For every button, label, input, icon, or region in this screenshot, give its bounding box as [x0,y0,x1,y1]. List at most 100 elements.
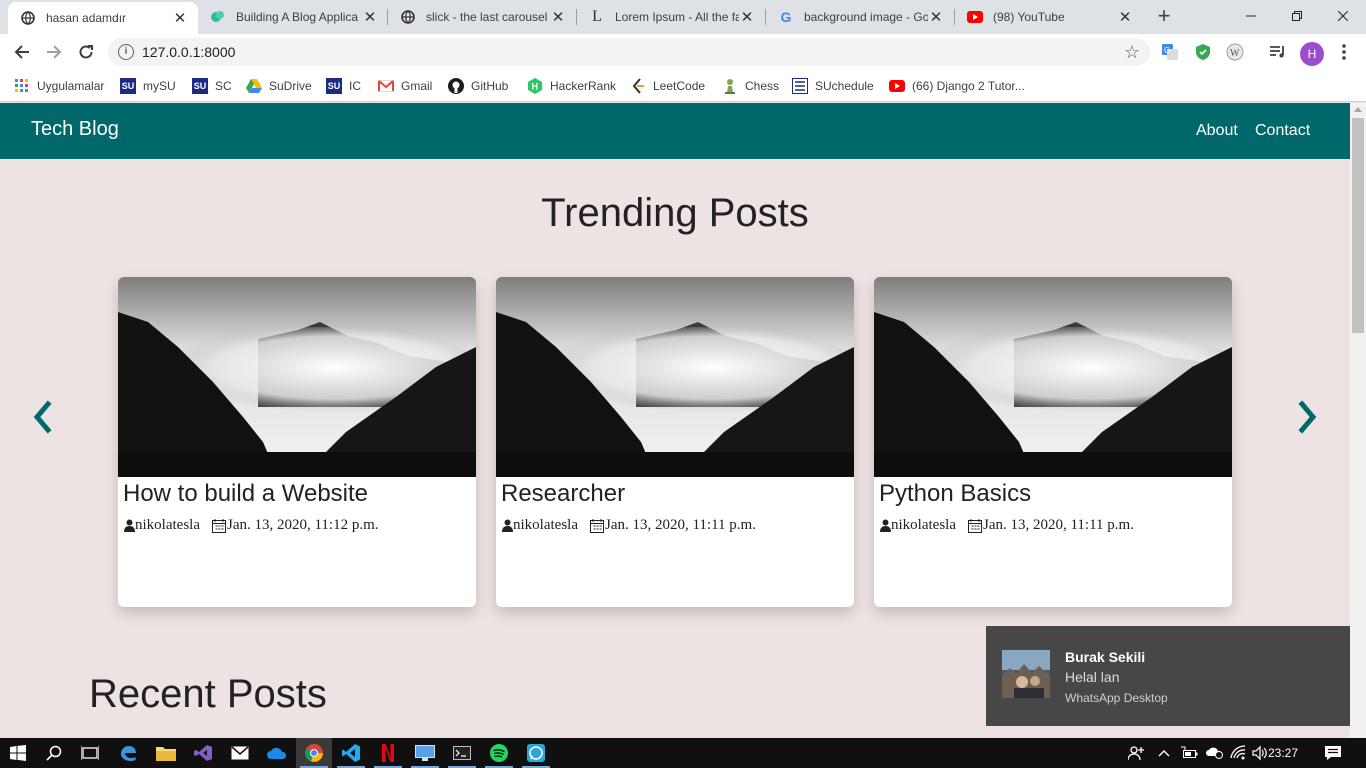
bookmark-github[interactable]: GitHub [448,76,508,96]
scroll-up-arrow-icon[interactable] [1354,107,1362,112]
google-icon: G [780,9,792,25]
post-meta: nikolatesla Jan. 13, 2020, 11:11 p.m. [879,517,1134,534]
close-tab-icon[interactable]: ✕ [739,8,755,26]
carousel-prev-arrow-icon[interactable] [30,400,54,434]
close-tab-icon[interactable]: ✕ [172,9,188,27]
browser-toolbar: i 127.0.0.1:8000 ☆ G W [0,34,1366,70]
close-tab-icon[interactable]: ✕ [928,8,944,26]
notification-message: Helal lan [1065,669,1120,685]
bookmark-sc[interactable]: SU SC [192,76,232,96]
battery-icon[interactable] [1181,745,1199,764]
bookmark-hackerrank[interactable]: H HackerRank [527,76,616,96]
notification-sender: Burak Sekili [1065,649,1146,665]
task-view-icon[interactable] [72,738,108,768]
user-icon [501,519,513,533]
bookmark-label: HackerRank [550,79,617,93]
terminal-icon[interactable] [444,738,480,768]
tab-youtube[interactable]: (98) YouTube ✕ [955,0,1143,34]
minimize-button[interactable] [1228,0,1274,32]
bookmark-mysu[interactable]: SU mySU [120,76,176,96]
remote-desktop-icon[interactable] [407,738,443,768]
bookmark-chess[interactable]: Chess [722,76,779,96]
post-thumbnail-image[interactable] [496,277,854,477]
tab-hasan-adamdir[interactable]: hasan adamdır ✕ [8,2,198,34]
bookmark-uygulamalar[interactable]: Uygulamalar [14,76,104,96]
visual-studio-icon[interactable] [185,738,221,768]
post-title[interactable]: Python Basics [879,480,1031,508]
volume-icon[interactable] [1252,745,1268,764]
chrome-menu-icon[interactable] [1334,42,1354,62]
start-windows-icon[interactable] [0,738,36,768]
bookmark-ic[interactable]: SU IC [326,76,361,96]
media-controls-icon[interactable] [1268,42,1288,62]
post-meta: nikolatesla Jan. 13, 2020, 11:12 p.m. [123,517,379,534]
windows-taskbar: 23:27 [0,738,1366,768]
bookmark-label: Chess [745,79,780,93]
whatsapp-notification-toast[interactable]: Burak Sekili Helal lan WhatsApp Desktop [986,626,1350,726]
site-info-icon[interactable]: i [118,44,134,60]
tab-lorem-ipsum[interactable]: L Lorem Ipsum - All the fa ✕ [577,0,765,34]
post-thumbnail-image[interactable] [118,277,476,477]
bookmark-leetcode[interactable]: LeetCode [630,76,705,96]
nav-about-link[interactable]: About [1196,122,1238,140]
people-icon[interactable] [1127,745,1144,764]
post-author: nikolatesla [135,517,200,533]
file-explorer-icon[interactable] [148,738,184,768]
bookmark-sudrive[interactable]: SuDrive [246,76,312,96]
show-hidden-icons-chevron-icon[interactable] [1158,745,1170,764]
close-tab-icon[interactable]: ✕ [550,8,566,26]
vscode-icon[interactable] [333,738,369,768]
onedrive-icon[interactable] [259,738,295,768]
new-tab-button[interactable]: + [1152,5,1176,29]
shield-extension-icon[interactable] [1193,42,1213,62]
spotify-icon[interactable] [481,738,517,768]
action-center-notification-icon[interactable] [1324,745,1342,764]
close-tab-icon[interactable]: ✕ [362,8,378,26]
whatsapp-icon[interactable] [518,738,554,768]
trending-post-card[interactable]: Researcher nikolatesla Jan. 13, 2020, 11… [496,277,854,607]
search-icon[interactable] [36,738,72,768]
bookmark-gmail[interactable]: Gmail [378,76,432,96]
back-arrow-icon[interactable] [10,40,34,64]
close-window-button[interactable] [1320,0,1366,32]
bookmark-star-icon[interactable]: ☆ [1124,42,1140,62]
tab-title: background image - Go [804,10,928,24]
bookmark-suchedule[interactable]: SUchedule [792,76,874,96]
su-icon: SU [326,78,342,94]
close-tab-icon[interactable]: ✕ [1117,8,1133,26]
wifi-icon[interactable] [1230,745,1246,764]
forward-arrow-icon[interactable] [42,40,66,64]
tab-slick-carousel[interactable]: slick - the last carousel ✕ [388,0,576,34]
netflix-icon[interactable] [370,738,406,768]
translate-extension-icon[interactable]: G [1160,42,1180,62]
trending-post-card[interactable]: How to build a Website nikolatesla Jan. … [118,277,476,607]
nav-contact-link[interactable]: Contact [1255,122,1310,140]
reload-icon[interactable] [74,40,98,64]
taskbar-clock[interactable]: 23:27 [1268,746,1298,760]
carousel-next-arrow-icon[interactable] [1296,400,1320,434]
calendar-icon [590,518,605,533]
site-brand-link[interactable]: Tech Blog [31,118,119,141]
post-title[interactable]: Researcher [501,480,625,508]
tab-background-image-google[interactable]: G background image - Go ✕ [766,0,954,34]
profile-avatar[interactable]: H [1300,42,1324,66]
mail-icon[interactable] [222,738,258,768]
trending-post-card[interactable]: Python Basics nikolatesla Jan. 13, 2020,… [874,277,1232,607]
page-scrollbar[interactable] [1350,103,1366,738]
gmail-icon [378,78,394,94]
scrollbar-thumb[interactable] [1352,118,1364,333]
restore-button[interactable] [1274,0,1320,32]
edge-icon[interactable] [110,738,146,768]
svg-text:H: H [532,82,539,92]
tab-building-a-blog[interactable]: Building A Blog Applica ✕ [198,0,388,34]
bookmark-django-tutorial[interactable]: (66) Django 2 Tutor... [889,76,1025,96]
post-thumbnail-image[interactable] [874,277,1232,477]
suchedule-icon [792,78,808,94]
chrome-taskbar-icon[interactable] [296,738,332,768]
address-bar[interactable]: i 127.0.0.1:8000 ☆ [108,38,1150,66]
onedrive-sync-icon[interactable] [1206,745,1224,762]
url-text[interactable]: 127.0.0.1:8000 [142,38,235,66]
post-title[interactable]: How to build a Website [123,480,368,508]
wikipedia-extension-icon[interactable]: W [1225,42,1245,62]
post-date: Jan. 13, 2020, 11:11 p.m. [604,517,756,533]
